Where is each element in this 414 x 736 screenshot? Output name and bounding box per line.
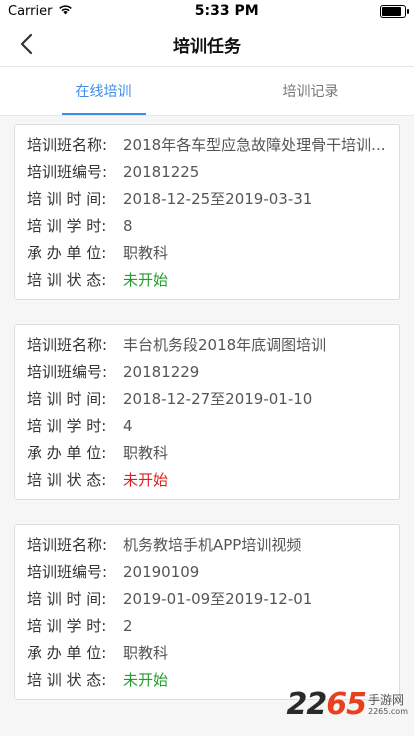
training-card[interactable]: 培训班名称: 丰台机务段2018年底调图培训 培训班编号: 20181229 培 训… <box>14 324 400 500</box>
time-label: 培 训 时 间: <box>27 190 107 208</box>
tab-training-records[interactable]: 培训记录 <box>207 67 414 115</box>
unit-label: 承 办 单 位: <box>27 244 107 262</box>
name-value: 机务教培手机APP培训视频 <box>123 536 302 554</box>
unit-row: 承 办 单 位: 职教科 <box>27 639 387 666</box>
hours-value: 8 <box>123 216 133 235</box>
watermark-line1: 手游网 <box>368 693 405 707</box>
time-row: 培 训 时 间: 2018-12-27至2019-01-10 <box>27 385 387 412</box>
battery-icon <box>379 4 409 18</box>
training-list: 培训班名称: 2018年各车型应急故障处理骨干培训... 培训班编号: 201812… <box>0 116 414 700</box>
code-row: 培训班编号: 20181225 <box>27 158 387 185</box>
time-row: 培 训 时 间: 2019-01-09至2019-12-01 <box>27 585 387 612</box>
hours-row: 培 训 学 时: 4 <box>27 412 387 439</box>
name-row: 培训班名称: 机务教培手机APP培训视频 <box>27 531 387 558</box>
state-row: 培 训 状 态: 未开始 <box>27 266 387 293</box>
code-value: 20181229 <box>123 362 200 381</box>
status-badge: 未开始 <box>123 271 169 289</box>
page-title: 培训任务 <box>173 36 241 57</box>
hours-row: 培 训 学 时: 2 <box>27 612 387 639</box>
back-button[interactable] <box>14 32 38 56</box>
name-label: 培训班名称: <box>27 136 108 154</box>
watermark-text: 手游网 2265.com <box>368 694 408 718</box>
carrier-label: Carrier <box>8 3 53 19</box>
unit-label: 承 办 单 位: <box>27 444 107 462</box>
time-row: 培 训 时 间: 2018-12-25至2019-03-31 <box>27 185 387 212</box>
code-value: 20190109 <box>123 562 200 581</box>
code-row: 培训班编号: 20181229 <box>27 358 387 385</box>
hours-label: 培 训 学 时: <box>27 617 107 635</box>
unit-value: 职教科 <box>123 644 169 662</box>
time-value: 2018-12-27至2019-01-10 <box>123 390 313 408</box>
unit-row: 承 办 单 位: 职教科 <box>27 239 387 266</box>
name-value: 丰台机务段2018年底调图培训 <box>123 336 327 354</box>
code-row: 培训班编号: 20190109 <box>27 558 387 585</box>
status-badge: 未开始 <box>123 671 169 689</box>
state-label: 培 训 状 态: <box>27 671 107 689</box>
watermark-number-a: 22 <box>286 687 328 722</box>
code-label: 培训班编号: <box>27 163 108 181</box>
status-badge: 未开始 <box>123 471 169 489</box>
time-value: 2018-12-25至2019-03-31 <box>123 190 313 208</box>
code-label: 培训班编号: <box>27 563 108 581</box>
wifi-icon <box>58 4 73 19</box>
hours-label: 培 训 学 时: <box>27 417 107 435</box>
unit-label: 承 办 单 位: <box>27 644 107 662</box>
tab-bar: 在线培训 培训记录 <box>0 67 414 116</box>
chevron-left-icon <box>20 33 33 55</box>
hours-row: 培 训 学 时: 8 <box>27 212 387 239</box>
training-card[interactable]: 培训班名称: 机务教培手机APP培训视频 培训班编号: 20190109 培 训 时… <box>14 524 400 700</box>
tab-online-training[interactable]: 在线培训 <box>0 67 207 115</box>
name-row: 培训班名称: 丰台机务段2018年底调图培训 <box>27 331 387 358</box>
nav-bar: 培训任务 <box>0 22 414 67</box>
training-card[interactable]: 培训班名称: 2018年各车型应急故障处理骨干培训... 培训班编号: 201812… <box>14 124 400 300</box>
state-label: 培 训 状 态: <box>27 471 107 489</box>
status-time: 5:33 PM <box>194 3 259 19</box>
hours-value: 2 <box>123 616 133 635</box>
state-label: 培 训 状 态: <box>27 271 107 289</box>
time-value: 2019-01-09至2019-12-01 <box>123 590 313 608</box>
state-row: 培 训 状 态: 未开始 <box>27 466 387 493</box>
name-label: 培训班名称: <box>27 336 108 354</box>
watermark-logo: 2265 手游网 2265.com <box>287 687 409 722</box>
name-value: 2018年各车型应急故障处理骨干培训... <box>123 136 386 154</box>
time-label: 培 训 时 间: <box>27 590 107 608</box>
unit-row: 承 办 单 位: 职教科 <box>27 439 387 466</box>
watermark-number-b: 65 <box>326 687 367 722</box>
watermark-line2: 2265.com <box>368 707 408 716</box>
watermark-number: 2265 <box>287 687 367 722</box>
unit-value: 职教科 <box>123 444 169 462</box>
name-label: 培训班名称: <box>27 536 108 554</box>
time-label: 培 训 时 间: <box>27 390 107 408</box>
unit-value: 职教科 <box>123 244 169 262</box>
name-row: 培训班名称: 2018年各车型应急故障处理骨干培训... <box>27 131 387 158</box>
hours-label: 培 训 学 时: <box>27 217 107 235</box>
status-left: Carrier <box>8 4 73 19</box>
code-label: 培训班编号: <box>27 363 108 381</box>
code-value: 20181225 <box>123 162 200 181</box>
status-bar: Carrier 5:33 PM <box>0 0 414 22</box>
hours-value: 4 <box>123 416 133 435</box>
